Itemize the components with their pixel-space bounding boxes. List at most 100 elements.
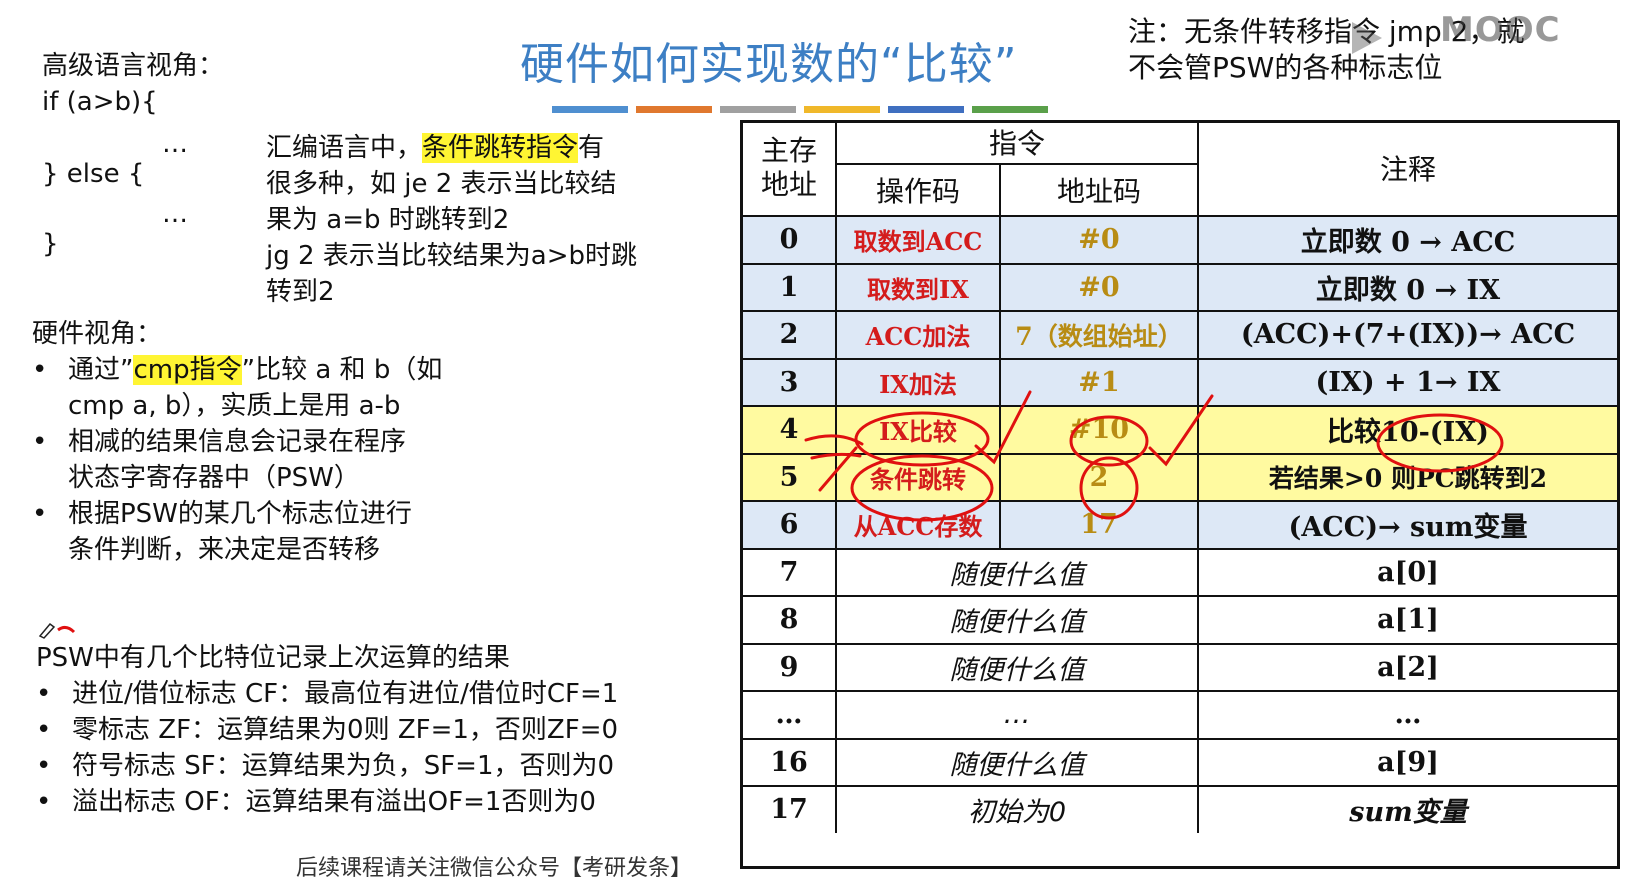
hardware-heading: 硬件视角： [32, 319, 163, 349]
cell-addr: 8 [743, 597, 837, 643]
cell-comment: (IX) + 1→ IX [1315, 366, 1501, 398]
table-row: 4 IX比较 #10 比较10-(IX) [743, 405, 1617, 453]
cell-opcode: 条件跳转 [837, 454, 1001, 500]
cell-addr: 9 [743, 644, 837, 690]
asm-note-line4: jg 2 表示当比较结果为a>b时跳 [266, 241, 638, 271]
cell-addr: 0 [743, 217, 837, 263]
cell-operand: 17 [1001, 502, 1199, 548]
code-line-close: } [42, 229, 59, 259]
flag-zf-text: 零标志 ZF：运算结果为0则 ZF=1，否则ZF=0 [72, 715, 619, 745]
header-opcode: 操作码 [837, 165, 1001, 215]
title-colorbar-3 [804, 106, 880, 113]
cell-opcode: 从ACC存数 [837, 502, 1001, 548]
cell-addr: … [743, 692, 837, 738]
cell-comment: a[1] [1377, 604, 1439, 636]
code-line-ellipsis-2: … [162, 199, 188, 229]
cell-value: 随便什么值 [837, 597, 1199, 643]
table-header: 主存 地址 指令 操作码 地址码 注释 [743, 120, 1617, 215]
header-operand: 地址码 [1001, 165, 1199, 215]
table-row: 6 从ACC存数 17 (ACC)→ sum变量 [743, 500, 1617, 548]
cell-addr: 7 [743, 549, 837, 595]
cell-operand: #0 [1001, 217, 1199, 263]
cmp-highlight: cmp指令 [133, 355, 242, 385]
cell-value: 初始为0 [837, 787, 1199, 833]
cell-comment: a[2] [1377, 651, 1439, 683]
bullet-dot: • [32, 499, 48, 529]
table-row: 17 初始为0 sum变量 [743, 785, 1617, 833]
cell-comment: 立即数 0 → IX [1315, 274, 1501, 306]
cell-addr: 4 [743, 407, 837, 453]
cell-comment: sum变量 [1349, 797, 1467, 829]
cell-comment: 若结果>0 则PC跳转到2 [1268, 464, 1548, 494]
flag-of-text: 溢出标志 OF：运算结果有溢出OF=1否则为0 [72, 787, 596, 817]
jmp-note-line2: 不会管PSW的各种标志位 [1128, 51, 1443, 84]
table-row: 8 随便什么值 a[1] [743, 595, 1617, 643]
hw-bullet-1-line2: cmp a, b），实质上是用 a-b [68, 391, 401, 421]
hw-bullet-3-line1: 根据PSW的某几个标志位进行 [68, 499, 412, 529]
cell-opcode: ACC加法 [837, 312, 1001, 358]
cell-comment: a[0] [1377, 556, 1439, 588]
cell-operand: 7（数组始址） [1001, 312, 1199, 358]
hw-bullet-1-pre: 通过” [68, 355, 134, 385]
asm-note-line2: 很多种，如 je 2 表示当比较结 [266, 169, 617, 199]
code-line-if: if (a>b){ [42, 87, 158, 117]
cell-value: 随便什么值 [837, 739, 1199, 785]
cell-operand: 2 [1001, 454, 1199, 500]
table-row: 16 随便什么值 a[9] [743, 737, 1617, 785]
cell-comment: 比较10-(IX) [1327, 417, 1489, 449]
cell-addr: 16 [743, 739, 837, 785]
asm-note: 汇编语言中，条件跳转指令有 很多种，如 je 2 表示当比较结 果为 a=b 时… [266, 130, 637, 310]
asm-note-line1: 汇编语言中，条件跳转指令有 [266, 130, 637, 166]
title-colorbar-5 [972, 106, 1048, 113]
instruction-table: 主存 地址 指令 操作码 地址码 注释 0 取数到ACC #0 立即数 0 → ACC 1 取数到I… [740, 120, 1620, 869]
asm-note-line1-pre: 汇编语言中， [266, 133, 423, 163]
cell-comment: (ACC)→ sum变量 [1288, 512, 1528, 544]
table-row: 0 取数到ACC #0 立即数 0 → ACC [743, 215, 1617, 263]
mooc-play-icon [1352, 22, 1382, 54]
bullet-dot: • [32, 355, 48, 385]
cell-operand: #10 [1001, 407, 1199, 453]
header-addr: 主存 地址 [743, 120, 837, 215]
conditional-jump-highlight: 条件跳转指令 [422, 133, 579, 163]
cell-opcode: IX比较 [837, 407, 1001, 453]
cell-addr: 5 [743, 454, 837, 500]
asm-note-line1-post: 有 [578, 133, 605, 163]
hw-bullet-2-line2: 状态字寄存器中（PSW） [68, 463, 360, 493]
cell-opcode: 取数到IX [837, 264, 1001, 310]
bullet-dot: • [36, 715, 52, 745]
hw-bullet-2-line1: 相减的结果信息会记录在程序 [68, 427, 407, 457]
cell-value: 随便什么值 [837, 549, 1199, 595]
cell-comment: 立即数 0 → ACC [1300, 227, 1516, 259]
cell-addr: 1 [743, 264, 837, 310]
cell-addr: 6 [743, 502, 837, 548]
cell-operand: #0 [1001, 264, 1199, 310]
bullet-dot: • [36, 787, 52, 817]
cell-comment: (ACC)+(7+(IX))→ ACC [1240, 319, 1576, 351]
footer-text: 后续课程请关注微信公众号【考研发条】 [296, 856, 693, 881]
title-colorbar-2 [720, 106, 796, 113]
bullet-dot: • [36, 751, 52, 781]
cell-addr: 2 [743, 312, 837, 358]
cell-value: … [837, 692, 1199, 738]
cell-addr: 17 [743, 787, 837, 833]
hw-bullet-1-text: 通过”cmp指令”比较 a 和 b（如 [68, 352, 442, 388]
cell-operand: #1 [1001, 359, 1199, 405]
table-row: 1 取数到IX #0 立即数 0 → IX [743, 262, 1617, 310]
cell-opcode: 取数到ACC [837, 217, 1001, 263]
pen-icon [38, 622, 76, 639]
hw-bullet-3-line2: 条件判断，来决定是否转移 [68, 535, 381, 565]
high-level-heading: 高级语言视角： [42, 51, 225, 81]
table-row: 3 IX加法 #1 (IX) + 1→ IX [743, 357, 1617, 405]
table-row: ……… [743, 690, 1617, 738]
mooc-watermark: MOOC [1440, 10, 1561, 50]
table-row: 9 随便什么值 a[2] [743, 642, 1617, 690]
table-row: 5 条件跳转 2 若结果>0 则PC跳转到2 [743, 452, 1617, 500]
bullet-dot: • [36, 679, 52, 709]
table-row: 7 随便什么值 a[0] [743, 547, 1617, 595]
bullet-dot: • [32, 427, 48, 457]
hw-bullet-1-post: ”比较 a 和 b（如 [241, 355, 443, 385]
cell-comment: a[9] [1377, 746, 1439, 778]
page-title: 硬件如何实现数的“比较” [520, 39, 1018, 90]
code-line-else: } else { [42, 159, 145, 189]
asm-note-line3: 果为 a=b 时跳转到2 [266, 205, 510, 235]
